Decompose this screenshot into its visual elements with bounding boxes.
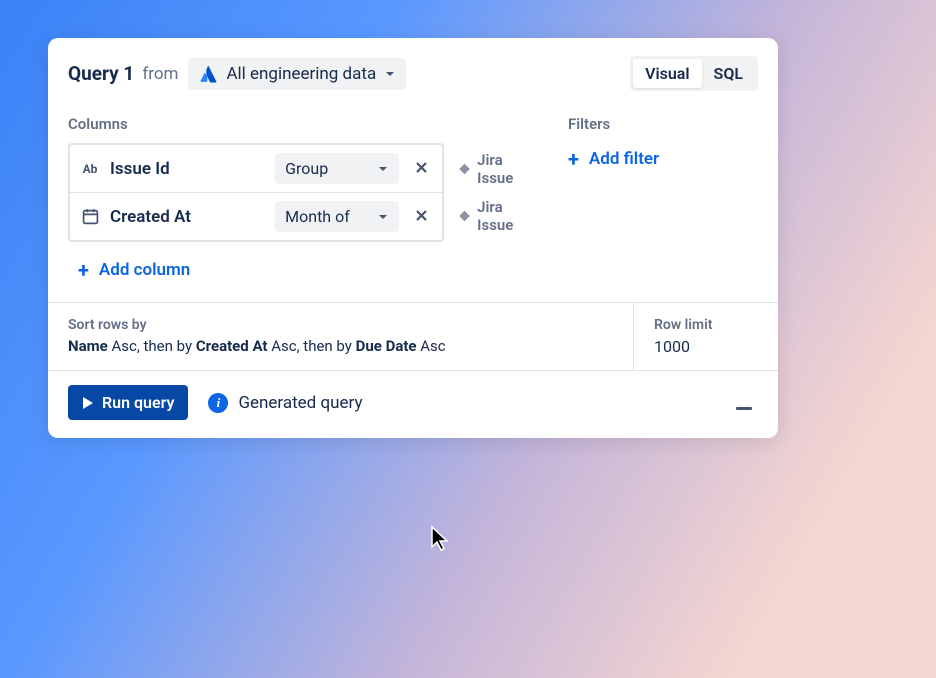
column-source-text: Jira Issue [477, 198, 538, 234]
visual-mode-button[interactable]: Visual [633, 59, 701, 88]
aggregation-selector[interactable]: Group [275, 153, 399, 184]
query-header: Query 1 from All engineering data Visual… [48, 38, 778, 105]
sort-label: Sort rows by [68, 317, 613, 333]
query-title: Query 1 [68, 62, 134, 85]
run-query-label: Run query [102, 393, 174, 412]
add-column-label: Add column [99, 260, 190, 280]
sort-limit-row: Sort rows by Name Asc, then by Created A… [48, 302, 778, 370]
add-filter-button[interactable]: + Add filter [568, 147, 659, 171]
sql-mode-button[interactable]: SQL [702, 59, 755, 88]
column-name: Created At [110, 207, 275, 227]
column-name: Issue Id [110, 159, 275, 179]
columns-section: Columns Ab Issue Id Group [68, 115, 538, 302]
info-icon: i [208, 393, 228, 413]
query-footer: Run query i Generated query [48, 370, 778, 438]
column-row[interactable]: Ab Issue Id Group [70, 145, 442, 193]
aggregation-value: Group [285, 159, 328, 178]
aggregation-value: Month of [285, 207, 350, 226]
query-builder-card: Query 1 from All engineering data Visual… [48, 38, 778, 438]
remove-column-button[interactable] [411, 159, 432, 178]
diamond-icon [458, 162, 471, 176]
plus-icon: + [568, 147, 579, 171]
from-label: from [142, 64, 178, 84]
plus-icon: + [78, 258, 89, 282]
query-content: Columns Ab Issue Id Group [48, 105, 778, 302]
date-type-icon [80, 207, 100, 227]
close-icon [415, 161, 428, 174]
add-filter-label: Add filter [589, 149, 659, 169]
run-query-button[interactable]: Run query [68, 385, 188, 420]
generated-query-toggle[interactable]: i Generated query [208, 393, 362, 413]
filters-label: Filters [568, 115, 758, 133]
view-mode-toggle: Visual SQL [630, 56, 758, 91]
chevron-down-icon [384, 68, 396, 80]
filters-section: Filters + Add filter [568, 115, 758, 302]
columns-label: Columns [68, 115, 538, 133]
chevron-down-icon [377, 211, 389, 223]
minus-icon [736, 407, 752, 411]
generated-query-label: Generated query [238, 393, 362, 413]
column-source-label: Jira Issue [458, 198, 538, 234]
cursor-icon [430, 525, 452, 553]
remove-column-button[interactable] [411, 207, 432, 226]
atlassian-logo-icon [198, 64, 218, 84]
column-source-text: Jira Issue [477, 151, 538, 187]
text-type-icon: Ab [80, 159, 100, 179]
columns-list: Ab Issue Id Group [68, 143, 444, 242]
row-limit-value: 1000 [654, 337, 758, 356]
close-icon [415, 209, 428, 222]
add-column-button[interactable]: + Add column [78, 258, 190, 282]
chevron-down-icon [377, 163, 389, 175]
row-limit-label: Row limit [654, 317, 758, 333]
row-limit-section[interactable]: Row limit 1000 [634, 303, 778, 370]
sort-section[interactable]: Sort rows by Name Asc, then by Created A… [48, 303, 634, 370]
data-source-selector[interactable]: All engineering data [188, 58, 406, 90]
play-icon [82, 396, 94, 410]
diamond-icon [458, 209, 471, 223]
column-source-label: Jira Issue [458, 151, 538, 187]
data-source-name: All engineering data [226, 64, 376, 84]
aggregation-selector[interactable]: Month of [275, 201, 399, 232]
sort-value: Name Asc, then by Created At Asc, then b… [68, 337, 613, 355]
column-row[interactable]: Created At Month of [70, 193, 442, 240]
collapse-button[interactable] [730, 389, 758, 417]
